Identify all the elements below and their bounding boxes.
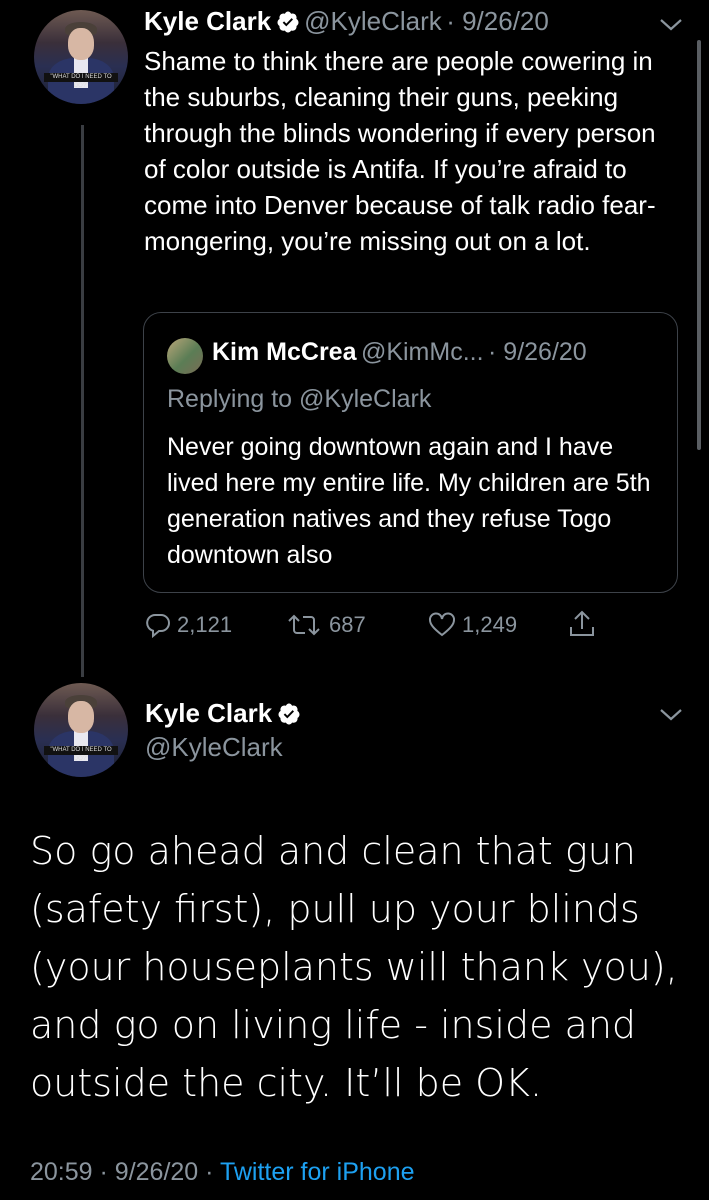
thread-line (81, 125, 84, 677)
avatar[interactable]: "WHAT DO I NEED TO DO?" (34, 10, 128, 104)
tweet-source-link[interactable]: Twitter for iPhone (220, 1158, 415, 1186)
author-handle[interactable]: @KyleClark (145, 732, 283, 763)
quoted-header: Kim McCrea @KimMc... · 9/26/20 (212, 338, 587, 367)
tweet-header: Kyle Clark (145, 698, 301, 729)
author-name[interactable]: Kyle Clark (144, 6, 271, 36)
share-icon[interactable] (567, 609, 597, 639)
quoted-date: · 9/26/20 (488, 338, 587, 366)
replying-to: Replying to @KyleClark (167, 385, 432, 413)
reply-icon (146, 614, 170, 638)
like-count: 1,249 (462, 612, 518, 637)
quoted-text: Never going downtown again and I have li… (167, 433, 651, 569)
quoted-avatar (167, 338, 203, 374)
like-icon (429, 612, 455, 637)
author-handle[interactable]: @KyleClark (304, 6, 442, 36)
chevron-down-icon[interactable] (658, 16, 684, 34)
tweet-meta: 20:59 · 9/26/20 · Twitter for iPhone (30, 1158, 415, 1187)
tweet-time: 20:59 (30, 1158, 93, 1186)
verified-badge-icon (278, 703, 300, 725)
tweet-header: Kyle Clark @KyleClark · 9/26/20 (144, 6, 549, 37)
avatar[interactable]: "WHAT DO I NEED TO DO?" (34, 683, 128, 777)
tweet-text: So go ahead and clean that gun (safety f… (30, 829, 678, 1105)
avatar-banner-text: "WHAT DO I NEED TO DO?" (44, 73, 118, 89)
tweet-text: Shame to think there are people cowering… (144, 46, 656, 256)
retweet-button[interactable]: 687 (285, 612, 366, 638)
chevron-down-icon[interactable] (658, 706, 684, 724)
reply-button[interactable]: 2,121 (145, 612, 232, 638)
verified-badge-icon (277, 11, 299, 33)
retweet-icon (288, 614, 320, 636)
quoted-handle: @KimMc... (360, 338, 484, 366)
like-button[interactable]: 1,249 (428, 612, 517, 638)
avatar-banner-text: "WHAT DO I NEED TO DO?" (44, 746, 118, 762)
author-name[interactable]: Kyle Clark (145, 698, 272, 728)
tweet-date: · 9/26/20 · (99, 1158, 214, 1186)
tweet-date[interactable]: · 9/26/20 (446, 6, 549, 36)
reply-count: 2,121 (177, 612, 233, 637)
retweet-count: 687 (329, 612, 366, 637)
quoted-author-name: Kim McCrea (212, 338, 357, 366)
scrollbar[interactable] (697, 40, 701, 450)
